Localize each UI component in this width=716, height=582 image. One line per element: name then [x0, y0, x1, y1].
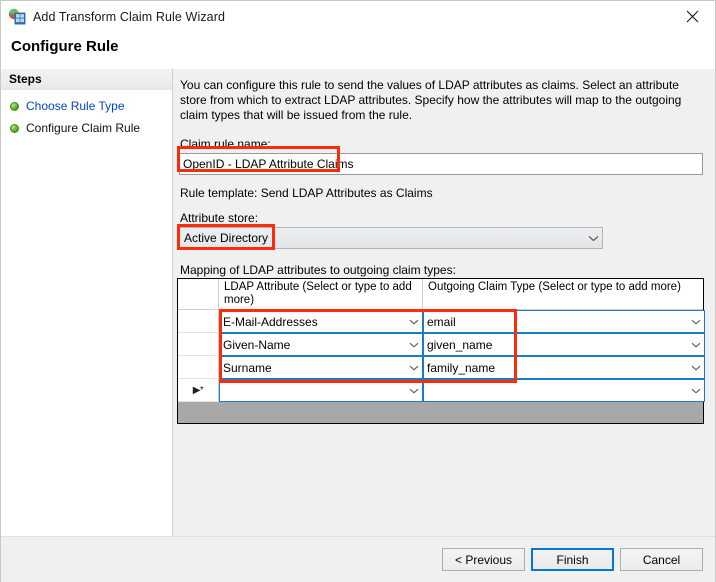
ldap-mapping-grid: LDAP Attribute (Select or type to add mo… [177, 278, 705, 424]
sidebar-item-label: Configure Claim Rule [26, 121, 141, 135]
sidebar-item-choose-rule-type[interactable]: Choose Rule Type [1, 95, 172, 117]
table-row-new[interactable]: ▶* [178, 379, 705, 402]
cell-outgoing-claim-type[interactable] [423, 379, 705, 402]
grid-column-header-outgoing-claim-type[interactable]: Outgoing Claim Type (Select or type to a… [423, 279, 701, 309]
cell-value: given_name [427, 337, 493, 352]
chevron-down-icon[interactable] [688, 388, 704, 394]
cell-value: E-Mail-Addresses [223, 314, 318, 329]
new-row-marker-icon: ▶* [192, 384, 204, 396]
window-title: Add Transform Claim Rule Wizard [33, 9, 226, 24]
table-row[interactable]: Given-Name given_name [178, 333, 705, 356]
chevron-down-icon[interactable] [406, 319, 422, 325]
chevron-down-icon[interactable] [406, 342, 422, 348]
chevron-down-icon[interactable] [688, 365, 704, 371]
cell-outgoing-claim-type[interactable]: email [423, 310, 705, 333]
close-icon[interactable] [670, 1, 715, 31]
rule-description-text: You can configure this rule to send the … [180, 78, 682, 122]
cell-ldap-attribute[interactable]: Surname [219, 356, 423, 379]
claim-rule-name-input[interactable] [179, 153, 703, 175]
add-transform-claim-rule-wizard-dialog: Add Transform Claim Rule Wizard Configur… [0, 0, 716, 582]
sidebar-item-label: Choose Rule Type [26, 99, 125, 113]
new-row-selector-cell[interactable]: ▶* [178, 379, 219, 402]
cell-value: email [427, 314, 456, 329]
attribute-store-select[interactable]: Active Directory [179, 227, 603, 249]
header-band: Configure Rule [1, 32, 715, 70]
steps-sidebar: Steps Choose Rule Type Configure Claim R… [1, 69, 173, 536]
chevron-down-icon [584, 235, 602, 242]
title-bar: Add Transform Claim Rule Wizard [1, 1, 715, 32]
cell-outgoing-claim-type[interactable]: given_name [423, 333, 705, 356]
grid-header-row: LDAP Attribute (Select or type to add mo… [178, 279, 703, 310]
grid-header-rowselector [178, 279, 219, 309]
steps-header-band: Steps [1, 69, 172, 90]
chevron-down-icon[interactable] [688, 319, 704, 325]
chevron-down-icon[interactable] [688, 342, 704, 348]
step-bullet-icon [10, 123, 19, 133]
grid-column-header-ldap-attribute[interactable]: LDAP Attribute (Select or type to add mo… [219, 279, 423, 309]
rule-template-text: Rule template: Send LDAP Attributes as C… [180, 186, 433, 200]
cell-value: Surname [223, 360, 272, 375]
step-bullet-icon [10, 101, 19, 111]
chevron-down-icon[interactable] [406, 388, 422, 394]
cell-value: Given-Name [223, 337, 291, 352]
page-title: Configure Rule [11, 38, 119, 55]
steps-list: Choose Rule Type Configure Claim Rule [1, 95, 172, 139]
previous-button[interactable]: < Previous [442, 548, 525, 571]
chevron-down-icon[interactable] [406, 365, 422, 371]
mapping-label: Mapping of LDAP attributes to outgoing c… [180, 263, 456, 277]
cancel-button[interactable]: Cancel [620, 548, 703, 571]
row-selector-cell[interactable] [178, 310, 219, 333]
row-selector-cell[interactable] [178, 356, 219, 379]
cell-ldap-attribute[interactable]: Given-Name [219, 333, 423, 356]
cell-value: family_name [427, 360, 496, 375]
steps-title: Steps [9, 72, 42, 86]
content-pane: You can configure this rule to send the … [173, 69, 715, 536]
cell-ldap-attribute[interactable]: E-Mail-Addresses [219, 310, 423, 333]
adfs-wizard-icon [8, 8, 26, 26]
dialog-footer: < Previous Finish Cancel [1, 536, 715, 582]
table-row[interactable]: Surname family_name [178, 356, 705, 379]
sidebar-item-configure-claim-rule[interactable]: Configure Claim Rule [1, 117, 172, 139]
cell-ldap-attribute[interactable] [219, 379, 423, 402]
attribute-store-value: Active Directory [184, 231, 269, 245]
attribute-store-label: Attribute store: [180, 211, 259, 225]
claim-rule-name-label: Claim rule name: [180, 137, 271, 151]
row-selector-cell[interactable] [178, 333, 219, 356]
table-row[interactable]: E-Mail-Addresses email [178, 310, 705, 333]
cell-outgoing-claim-type[interactable]: family_name [423, 356, 705, 379]
finish-button[interactable]: Finish [531, 548, 614, 571]
